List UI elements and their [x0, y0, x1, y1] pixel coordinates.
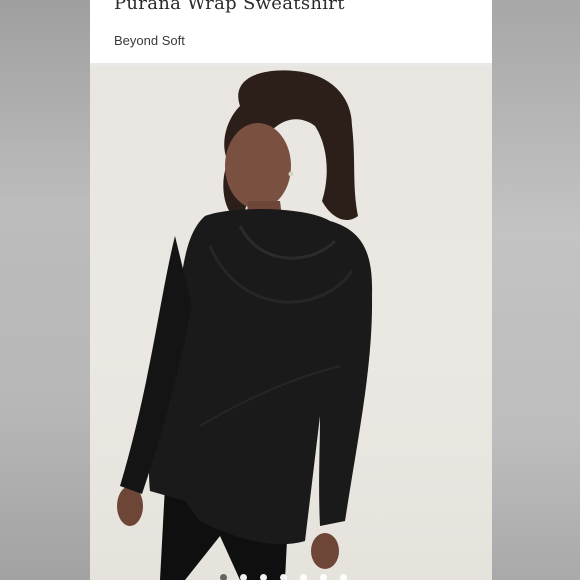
carousel-dot[interactable] [340, 574, 347, 580]
carousel-dot[interactable] [300, 574, 307, 580]
sweatshirt-shape [149, 209, 373, 545]
right-hand-shape [311, 533, 339, 569]
product-photo[interactable] [90, 66, 492, 580]
carousel-dot[interactable] [220, 574, 227, 580]
background-right [492, 0, 580, 580]
product-subtitle: Beyond Soft [114, 33, 185, 48]
face-shape [225, 123, 291, 209]
carousel-dot[interactable] [260, 574, 267, 580]
carousel-dots [220, 574, 347, 580]
background-left [0, 0, 90, 580]
product-title: Purana Wrap Sweatshirt [114, 0, 345, 14]
carousel-dot[interactable] [320, 574, 327, 580]
product-card: Purana Wrap Sweatshirt Beyond Soft [90, 0, 492, 580]
carousel-dot[interactable] [240, 574, 247, 580]
product-header: Purana Wrap Sweatshirt Beyond Soft [90, 0, 492, 63]
model-illustration [117, 70, 373, 580]
carousel-dot[interactable] [280, 574, 287, 580]
earring [288, 171, 294, 177]
